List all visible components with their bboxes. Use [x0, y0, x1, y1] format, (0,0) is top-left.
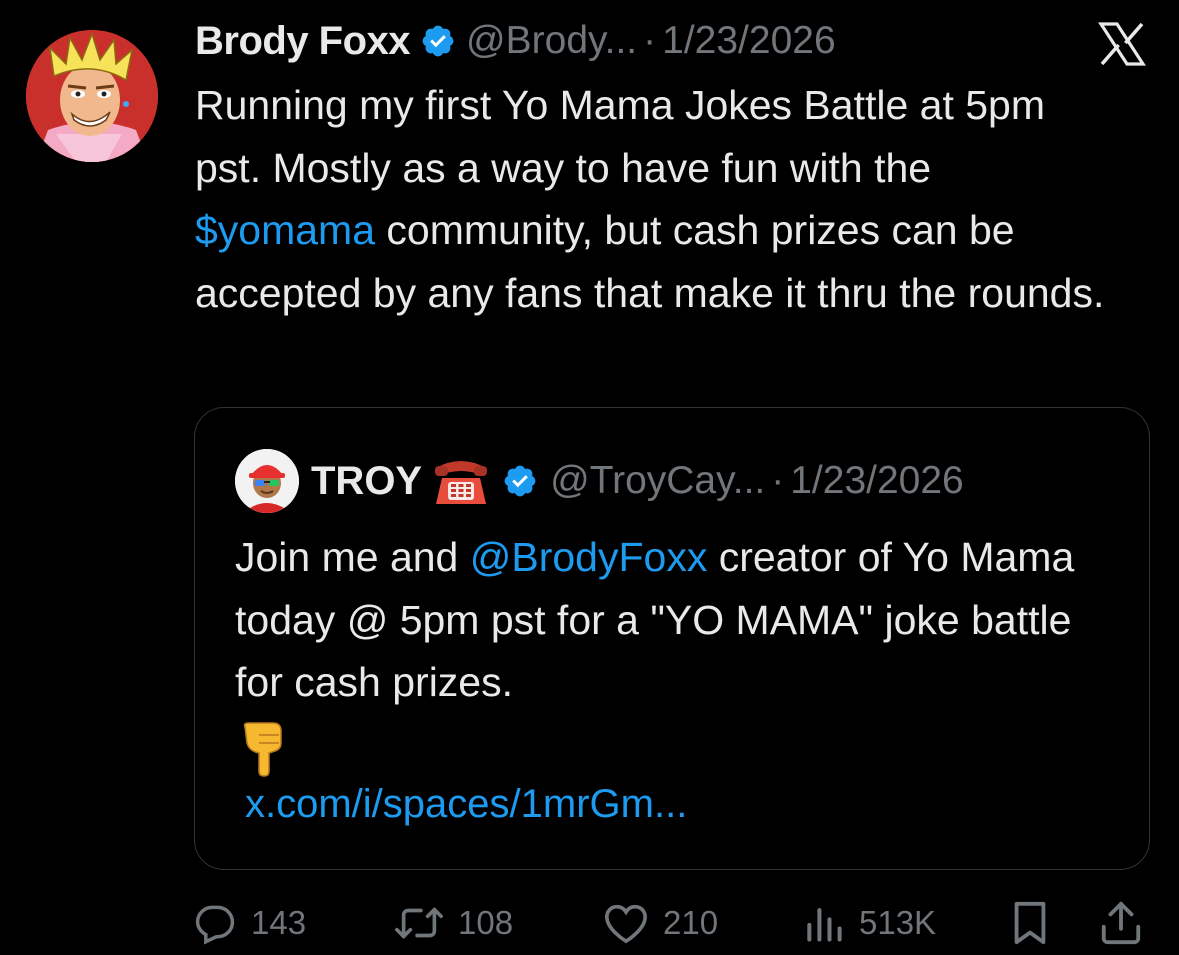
- quoted-tweet-header: TROY @TroyCay... · 1/23/2026: [235, 449, 964, 513]
- tweet-text: Running my first Yo Mama Jokes Battle at…: [195, 74, 1115, 324]
- mention-link[interactable]: @BrodyFoxx: [470, 534, 708, 580]
- cashtag-link[interactable]: $yomama: [195, 207, 375, 253]
- views-count: 513K: [859, 904, 937, 941]
- bookmark-icon: [1010, 900, 1050, 946]
- reply-count: 143: [251, 904, 307, 941]
- quote-date[interactable]: 1/23/2026: [790, 459, 964, 503]
- pointing-down-emoji-icon: [243, 722, 282, 777]
- separator-dot: ·: [771, 459, 785, 502]
- quoted-tweet[interactable]: TROY @TroyCay... · 1/23/2026 Join me and…: [194, 407, 1150, 870]
- repost-button[interactable]: 108: [394, 895, 513, 951]
- share-button[interactable]: [1098, 895, 1144, 951]
- quote-author-name[interactable]: TROY: [311, 459, 422, 504]
- quote-author-avatar[interactable]: [235, 449, 299, 513]
- like-icon: [603, 901, 649, 945]
- repost-count: 108: [458, 904, 514, 941]
- views-icon: [803, 901, 845, 945]
- like-count: 210: [663, 904, 719, 941]
- quote-text-part: Join me and: [235, 534, 470, 580]
- views-button[interactable]: 513K: [803, 895, 936, 951]
- repost-icon: [394, 901, 444, 945]
- author-name[interactable]: Brody Foxx: [195, 19, 411, 64]
- verified-badge-icon: [504, 465, 536, 497]
- spaces-link[interactable]: x.com/i/spaces/1mrGm...: [245, 782, 687, 827]
- author-handle[interactable]: @Brody...: [466, 19, 637, 63]
- x-logo-icon: [1098, 22, 1146, 66]
- tweet-text-part: Running my first Yo Mama Jokes Battle at…: [195, 82, 1046, 191]
- action-bar: 143 108 210 513K: [0, 895, 1179, 951]
- like-button[interactable]: 210: [603, 895, 718, 951]
- tweet-date[interactable]: 1/23/2026: [662, 19, 836, 63]
- telephone-emoji-icon: [435, 461, 488, 504]
- tweet-header: Brody Foxx @Brody... · 1/23/2026: [195, 16, 836, 66]
- separator-dot: ·: [643, 19, 657, 62]
- verified-badge-icon: [422, 25, 454, 57]
- share-icon: [1098, 900, 1144, 946]
- reply-icon: [193, 901, 237, 945]
- author-avatar[interactable]: [26, 30, 158, 162]
- tweet[interactable]: Brody Foxx @Brody... · 1/23/2026 Running…: [0, 0, 1179, 955]
- quoted-tweet-text: Join me and @BrodyFoxx creator of Yo Mam…: [235, 526, 1115, 714]
- reply-button[interactable]: 143: [193, 895, 306, 951]
- quote-author-handle[interactable]: @TroyCay...: [550, 459, 765, 503]
- bookmark-button[interactable]: [1010, 895, 1050, 951]
